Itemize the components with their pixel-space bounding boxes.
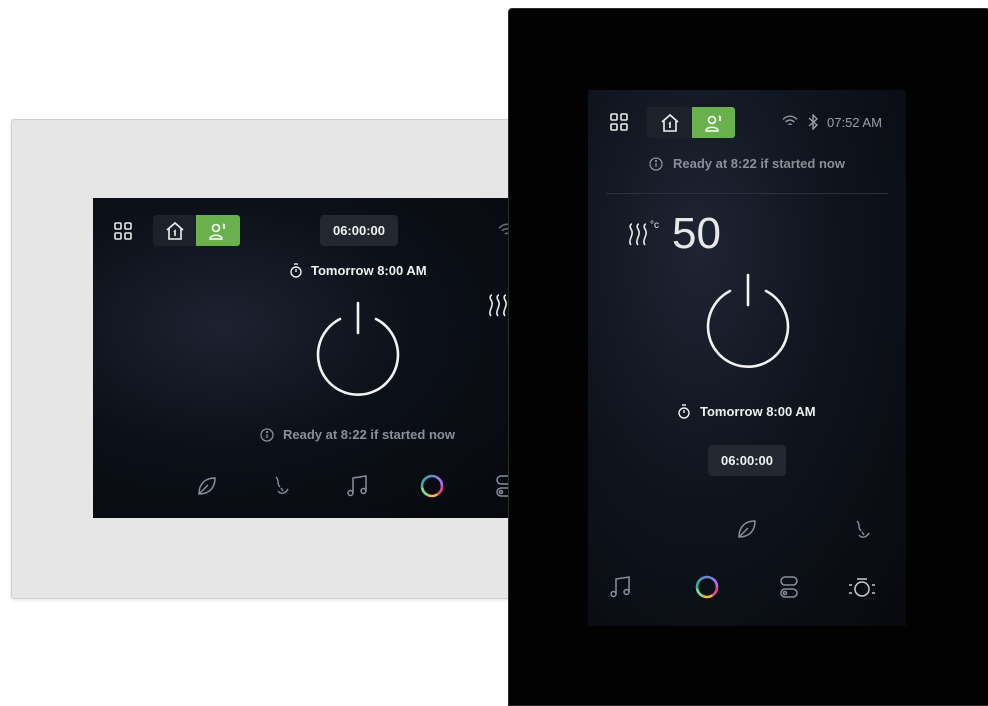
user-mode-button[interactable] [196, 215, 240, 246]
ready-time-label: Ready at 8:22 if started now [283, 427, 455, 442]
grid-icon[interactable] [609, 112, 629, 132]
info-icon [259, 427, 275, 443]
info-icon [648, 156, 664, 172]
leaf-icon[interactable] [735, 517, 759, 541]
home-mode-button[interactable] [153, 215, 196, 246]
power-button[interactable] [309, 298, 407, 398]
divider [606, 193, 888, 194]
home-icon [659, 112, 681, 134]
leaf-icon[interactable] [195, 474, 219, 498]
ready-time-label: Ready at 8:22 if started now [673, 156, 845, 171]
timer-value: 06:00:00 [720, 453, 774, 468]
color-wheel-icon[interactable] [695, 575, 719, 599]
music-icon[interactable] [608, 574, 634, 600]
color-wheel-icon[interactable] [420, 474, 444, 498]
landscape-screen: 06:00:00 Tomorrow 8:00 AM Ready at 8:22 … [93, 198, 523, 518]
user-icon [703, 112, 725, 134]
home-mode-button[interactable] [647, 107, 692, 138]
user-icon [207, 220, 229, 242]
stopwatch-icon [676, 403, 692, 419]
power-button[interactable] [698, 270, 798, 370]
schedule-label: Tomorrow 8:00 AM [700, 404, 816, 419]
home-icon [164, 220, 186, 242]
aroma-icon[interactable] [271, 474, 293, 498]
user-mode-button[interactable] [692, 107, 735, 138]
grid-icon[interactable] [113, 220, 133, 242]
music-icon[interactable] [345, 473, 371, 499]
clock-display: 07:52 AM [827, 115, 882, 130]
light-icon[interactable] [846, 574, 878, 600]
temperature-unit: °c [650, 220, 659, 231]
stopwatch-icon [288, 262, 304, 278]
schedule-label: Tomorrow 8:00 AM [311, 263, 427, 278]
bluetooth-icon [806, 113, 820, 131]
portrait-screen: 07:52 AM Ready at 8:22 if started now °c… [588, 90, 906, 626]
timer-display[interactable]: 06:00:00 [708, 445, 786, 476]
aroma-icon[interactable] [852, 518, 874, 542]
wifi-icon [781, 114, 799, 130]
temperature-value[interactable]: 50 [672, 212, 721, 256]
timer-value: 06:00:00 [332, 223, 386, 238]
timer-display[interactable]: 06:00:00 [320, 215, 398, 246]
toggle-icon[interactable] [779, 574, 799, 600]
